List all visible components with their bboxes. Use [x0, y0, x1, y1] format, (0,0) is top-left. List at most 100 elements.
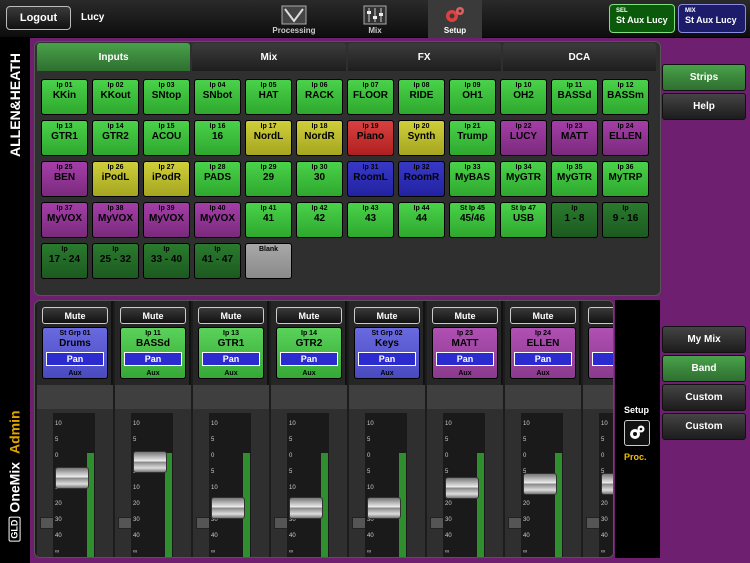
input-tile[interactable]: Ip 07 FLOOR: [347, 79, 394, 115]
input-tile[interactable]: Ip 26 iPodL: [92, 161, 139, 197]
input-tile[interactable]: Ip 27 iPodR: [143, 161, 190, 197]
input-tile[interactable]: Ip 21 Trump: [449, 120, 496, 156]
input-tile[interactable]: Ip 11 BASSd: [551, 79, 598, 115]
channel-label[interactable]: St Grp 02 Keys Pan Aux: [354, 327, 420, 379]
input-tile[interactable]: Ip 33 - 40: [143, 243, 190, 279]
input-tile[interactable]: St Ip 47 USB: [500, 202, 547, 238]
tab-fx[interactable]: FX: [347, 43, 501, 71]
input-tile[interactable]: Ip 29 29: [245, 161, 292, 197]
channel-label[interactable]: St Grp 01 Drums Pan Aux: [42, 327, 108, 379]
fader-cap[interactable]: [133, 451, 167, 473]
input-tile[interactable]: Ip 1 - 8: [551, 202, 598, 238]
pan-control[interactable]: Pan: [358, 352, 416, 366]
input-tile[interactable]: Ip 25 BEN: [41, 161, 88, 197]
mute-button[interactable]: Mute: [120, 307, 186, 324]
mute-button[interactable]: Mute: [198, 307, 264, 324]
fader-cap[interactable]: [523, 473, 557, 495]
input-tile[interactable]: Ip 44 44: [398, 202, 445, 238]
fader-cap[interactable]: [601, 473, 613, 495]
pan-control[interactable]: Pan: [436, 352, 494, 366]
tab-dca[interactable]: DCA: [502, 43, 656, 71]
input-tile[interactable]: Ip 13 GTR1: [41, 120, 88, 156]
input-tile[interactable]: Ip 41 41: [245, 202, 292, 238]
mute-button[interactable]: Mute: [510, 307, 576, 324]
input-tile[interactable]: Ip 23 MATT: [551, 120, 598, 156]
fader-cap[interactable]: [55, 467, 89, 489]
nav-tab-processing[interactable]: Processing: [262, 0, 326, 38]
pan-control[interactable]: P: [592, 352, 613, 366]
input-tile[interactable]: Ip 34 MyGTR: [500, 161, 547, 197]
input-tile[interactable]: Ip 14 GTR2: [92, 120, 139, 156]
input-tile[interactable]: Ip 42 42: [296, 202, 343, 238]
input-tile[interactable]: Ip 04 SNbot: [194, 79, 241, 115]
mute-button[interactable]: Mute: [432, 307, 498, 324]
band-button[interactable]: Band: [662, 355, 746, 382]
pan-control[interactable]: Pan: [124, 352, 182, 366]
nav-tab-mix[interactable]: Mix: [348, 0, 402, 38]
help-button[interactable]: Help: [662, 93, 746, 120]
pan-control[interactable]: Pan: [280, 352, 338, 366]
channel-label[interactable]: Ip 24 ELLEN Pan Aux: [510, 327, 576, 379]
fader-cap[interactable]: [445, 477, 479, 499]
channel-label[interactable]: Ip 11 BASSd Pan Aux: [120, 327, 186, 379]
input-tile[interactable]: Ip 35 MyGTR: [551, 161, 598, 197]
pan-control[interactable]: Pan: [514, 352, 572, 366]
input-tile[interactable]: Ip 18 NordR: [296, 120, 343, 156]
input-tile[interactable]: Ip 19 Piano: [347, 120, 394, 156]
strips-button[interactable]: Strips: [662, 64, 746, 91]
input-tile[interactable]: Ip 25 - 32: [92, 243, 139, 279]
mute-button[interactable]: M: [588, 307, 613, 324]
input-tile[interactable]: Ip 36 MyTRP: [602, 161, 649, 197]
input-tile[interactable]: Ip 41 - 47: [194, 243, 241, 279]
input-tile[interactable]: Ip 39 MyVOX: [143, 202, 190, 238]
channel-label[interactable]: Ip 14 GTR2 Pan Aux: [276, 327, 342, 379]
input-tile[interactable]: Ip 37 MyVOX: [41, 202, 88, 238]
my-mix-button[interactable]: My Mix: [662, 326, 746, 353]
input-tile[interactable]: Ip 05 HAT: [245, 79, 292, 115]
channel-label[interactable]: Ip 23 MATT Pan Aux: [432, 327, 498, 379]
input-tile[interactable]: Ip 28 PADS: [194, 161, 241, 197]
logout-button[interactable]: Logout: [6, 6, 71, 30]
input-tile[interactable]: Ip 03 SNtop: [143, 79, 190, 115]
nav-tab-setup[interactable]: Setup: [428, 0, 482, 38]
input-tile[interactable]: Ip 22 LUCY: [500, 120, 547, 156]
input-tile[interactable]: Ip 02 KKout: [92, 79, 139, 115]
fader-cap[interactable]: [211, 497, 245, 519]
input-tile[interactable]: Ip 43 43: [347, 202, 394, 238]
fader-cap[interactable]: [367, 497, 401, 519]
input-tile[interactable]: Ip 30 30: [296, 161, 343, 197]
custom-button-2[interactable]: Custom: [662, 413, 746, 440]
input-tile[interactable]: Ip 17 - 24: [41, 243, 88, 279]
pan-control[interactable]: Pan: [202, 352, 260, 366]
input-tile[interactable]: Ip 31 RoomL: [347, 161, 394, 197]
mix-button[interactable]: MIX St Aux Lucy: [678, 4, 746, 33]
input-tile[interactable]: Ip 08 RIDE: [398, 79, 445, 115]
fader-cap[interactable]: [289, 497, 323, 519]
input-tile[interactable]: St Ip 45 45/46: [449, 202, 496, 238]
input-tile[interactable]: Ip 09 OH1: [449, 79, 496, 115]
input-tile[interactable]: Ip 9 - 16: [602, 202, 649, 238]
tab-inputs[interactable]: Inputs: [37, 43, 191, 71]
setup-gear-button[interactable]: [624, 420, 650, 446]
input-tile[interactable]: Ip 40 MyVOX: [194, 202, 241, 238]
input-tile[interactable]: Ip 06 RACK: [296, 79, 343, 115]
input-tile[interactable]: Blank: [245, 243, 292, 279]
channel-label[interactable]: IpEP: [588, 327, 613, 379]
pan-control[interactable]: Pan: [46, 352, 104, 366]
input-tile[interactable]: Ip 33 MyBAS: [449, 161, 496, 197]
input-tile[interactable]: Ip 32 RoomR: [398, 161, 445, 197]
tab-mix[interactable]: Mix: [192, 43, 346, 71]
mute-button[interactable]: Mute: [354, 307, 420, 324]
channel-label[interactable]: Ip 13 GTR1 Pan Aux: [198, 327, 264, 379]
input-tile[interactable]: Ip 38 MyVOX: [92, 202, 139, 238]
custom-button-1[interactable]: Custom: [662, 384, 746, 411]
input-tile[interactable]: Ip 24 ELLEN: [602, 120, 649, 156]
input-tile[interactable]: Ip 15 ACOU: [143, 120, 190, 156]
input-tile[interactable]: Ip 20 Synth: [398, 120, 445, 156]
input-tile[interactable]: Ip 12 BASSm: [602, 79, 649, 115]
input-tile[interactable]: Ip 01 KKin: [41, 79, 88, 115]
input-tile[interactable]: Ip 17 NordL: [245, 120, 292, 156]
input-tile[interactable]: Ip 16 16: [194, 120, 241, 156]
mute-button[interactable]: Mute: [42, 307, 108, 324]
input-tile[interactable]: Ip 10 OH2: [500, 79, 547, 115]
